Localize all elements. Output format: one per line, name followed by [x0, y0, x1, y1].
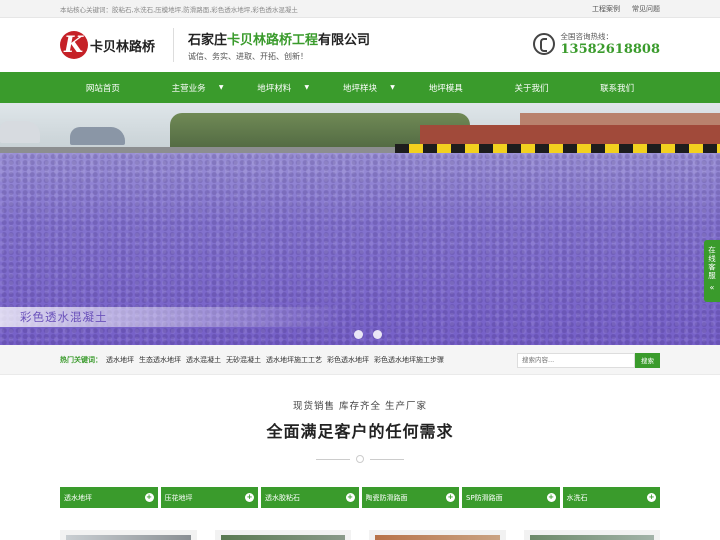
- tab-permeable-floor[interactable]: 透水地坪 +: [60, 487, 158, 508]
- hotline: 全国咨询热线： 13582618808: [532, 31, 661, 57]
- hero-banner[interactable]: 彩色透水混凝土: [0, 103, 720, 345]
- nav-item-home[interactable]: 网站首页: [60, 72, 146, 103]
- product-card[interactable]: [369, 530, 506, 540]
- main-nav: 网站首页 主营业务 ▼ 地坪材料 ▼ 地坪样块 ▼ 地坪模具 关于我们 联系我们: [0, 72, 720, 103]
- site-header: K 卡贝林路桥 石家庄卡贝林路桥工程有限公司 诚信、务实、进取、开拓、创新！ 全…: [0, 18, 720, 72]
- tab-permeable-bonded-stone[interactable]: 透水胶粘石 +: [261, 487, 359, 508]
- hotline-label: 全国咨询热线：: [560, 32, 614, 41]
- hot-keyword[interactable]: 彩色透水地坪施工步骤: [374, 355, 444, 365]
- banner-caption: 彩色透水混凝土: [20, 310, 108, 324]
- hot-keywords-bar: 热门关键词： 透水地坪 生态透水地坪 透水混凝土 无砂混凝土 透水地坪施工工艺 …: [0, 345, 720, 375]
- hot-keyword[interactable]: 透水混凝土: [186, 355, 221, 365]
- company-info: 石家庄卡贝林路桥工程有限公司 诚信、务实、进取、开拓、创新！: [188, 29, 370, 62]
- logo-k-icon: K: [60, 31, 88, 59]
- nav-item-materials[interactable]: 地坪材料 ▼: [231, 72, 317, 103]
- tab-stamped-floor[interactable]: 压花地坪 +: [160, 487, 258, 508]
- logo-text: 卡贝林路桥: [90, 39, 156, 55]
- hot-keywords-label: 热门关键词：: [60, 356, 102, 364]
- nav-item-molds[interactable]: 地坪模具: [403, 72, 489, 103]
- product-image: [66, 535, 191, 540]
- product-card[interactable]: [523, 530, 660, 540]
- site-logo[interactable]: K 卡贝林路桥: [60, 31, 155, 59]
- nav-item-contact[interactable]: 联系我们: [574, 72, 660, 103]
- search-button[interactable]: 搜索: [635, 352, 660, 368]
- product-image: [220, 535, 345, 540]
- plus-icon: +: [245, 493, 254, 502]
- products-section: 现货销售 库存齐全 生产厂家 全面满足客户的任何需求 透水地坪 + 压花地坪 + 透…: [0, 398, 720, 540]
- hot-keyword[interactable]: 彩色透水地坪: [327, 355, 369, 365]
- slider-dot[interactable]: [373, 330, 382, 339]
- nav-item-about[interactable]: 关于我们: [489, 72, 575, 103]
- product-card[interactable]: [60, 530, 197, 540]
- core-keywords: 本站核心关键词：胶粘石,水洗石,压模地坪,防滑路面,彩色透水地坪,彩色透水混凝土: [60, 6, 298, 14]
- section-divider: [316, 455, 404, 464]
- header-divider: [173, 28, 175, 62]
- tab-washed-stone[interactable]: 水洗石 +: [562, 487, 660, 508]
- hot-keyword[interactable]: 透水地坪: [106, 355, 134, 365]
- caret-down-icon: ▼: [304, 84, 310, 91]
- nav-item-samples[interactable]: 地坪样块 ▼: [317, 72, 403, 103]
- hot-keyword[interactable]: 生态透水地坪: [139, 355, 181, 365]
- top-bar: 本站核心关键词：胶粘石,水洗石,压模地坪,防滑路面,彩色透水地坪,彩色透水混凝土…: [0, 0, 720, 18]
- product-image: [529, 535, 654, 540]
- caret-down-icon: ▼: [390, 84, 395, 91]
- tab-ceramic-antislip[interactable]: 陶瓷防滑路面 +: [361, 487, 459, 508]
- plus-icon: +: [446, 493, 455, 502]
- section-title: 全面满足客户的任何需求: [266, 422, 454, 441]
- product-card[interactable]: [214, 530, 351, 540]
- plus-icon: +: [647, 493, 656, 502]
- plus-icon: +: [546, 493, 556, 502]
- company-name: 石家庄卡贝林路桥工程有限公司: [188, 32, 371, 48]
- company-slogan: 诚信、务实、进取、开拓、创新！: [188, 51, 309, 61]
- online-service-tab[interactable]: 在线客服 «: [704, 240, 720, 302]
- top-link-faq[interactable]: 常见问题: [632, 4, 660, 14]
- section-subtitle: 现货销售 库存齐全 生产厂家: [292, 401, 428, 412]
- search-input[interactable]: [517, 352, 635, 368]
- plus-icon: +: [345, 493, 355, 502]
- slider-dot[interactable]: [354, 330, 363, 339]
- online-service-label: 在线客服: [707, 246, 717, 280]
- product-image: [375, 535, 500, 540]
- search-box: 搜索: [517, 352, 660, 368]
- double-chevron-left-icon: «: [709, 283, 715, 292]
- hot-keyword[interactable]: 透水地坪施工工艺: [266, 355, 322, 365]
- phone-icon: [532, 33, 555, 55]
- tab-sp-antislip[interactable]: SP防滑路面 +: [462, 487, 560, 508]
- caret-down-icon: ▼: [218, 84, 224, 91]
- top-link-cases[interactable]: 工程案例: [592, 4, 620, 14]
- hot-keyword[interactable]: 无砂混凝土: [226, 355, 261, 365]
- product-tabs: 透水地坪 + 压花地坪 + 透水胶粘石 + 陶瓷防滑路面 + SP防滑路面 + 水洗石 +: [60, 487, 660, 508]
- nav-item-business[interactable]: 主营业务 ▼: [146, 72, 232, 103]
- plus-icon: +: [144, 493, 154, 502]
- hotline-number[interactable]: 13582618808: [561, 42, 661, 57]
- slider-dots: [354, 330, 382, 339]
- product-thumbnails: [60, 530, 660, 540]
